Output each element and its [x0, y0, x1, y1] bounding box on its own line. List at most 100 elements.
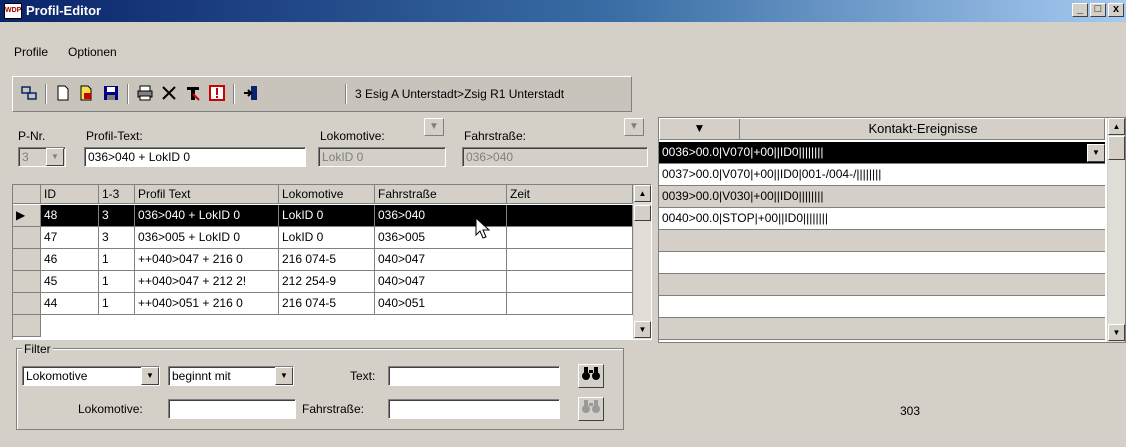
event-row[interactable]: 0040>00.0|STOP|+00||ID0||||||||: [659, 208, 1105, 230]
events-scrollbar[interactable]: ▲ ▼: [1107, 118, 1125, 342]
grid-header-id[interactable]: ID: [41, 185, 99, 204]
cell-count[interactable]: 3: [99, 205, 135, 227]
close-button[interactable]: x: [1108, 3, 1124, 17]
menu-optionen[interactable]: Optionen: [68, 45, 117, 59]
scroll-thumb[interactable]: [1108, 136, 1125, 160]
event-row-empty[interactable]: [659, 274, 1105, 296]
pnr-dropdown-icon[interactable]: ▼: [46, 148, 64, 166]
grid-scrollbar[interactable]: ▲ ▼: [633, 185, 651, 339]
cell-id[interactable]: 45: [41, 271, 99, 293]
filter-field-dropdown-icon[interactable]: ▼: [141, 367, 159, 385]
grid-header-indicator: [13, 185, 41, 204]
cell-loco[interactable]: LokID 0: [279, 227, 375, 249]
save-icon[interactable]: [101, 84, 121, 104]
window-title: Profil-Editor: [26, 3, 102, 18]
filter-loco-input[interactable]: [168, 399, 296, 419]
route-input[interactable]: 036>040: [462, 147, 648, 167]
row-indicator: [13, 315, 41, 337]
cell-profile-text[interactable]: ++040>047 + 212 2!: [135, 271, 279, 293]
text-tool-icon[interactable]: [183, 84, 203, 104]
row-indicator: [13, 271, 41, 293]
cell-id[interactable]: 46: [41, 249, 99, 271]
event-dropdown-icon[interactable]: ▼: [1087, 144, 1105, 162]
cell-id[interactable]: 47: [41, 227, 99, 249]
cell-profile-text[interactable]: ++040>051 + 216 0: [135, 293, 279, 315]
scroll-down-icon[interactable]: ▼: [634, 321, 651, 338]
binoculars-icon: [582, 400, 600, 413]
grid-header-count[interactable]: 1-3: [99, 185, 135, 204]
cell-profile-text[interactable]: 036>040 + LokID 0: [135, 205, 279, 227]
loco-input[interactable]: LokID 0: [318, 147, 446, 167]
toolbar-separator: [127, 84, 129, 104]
cell-count[interactable]: 1: [99, 249, 135, 271]
cell-route[interactable]: 040>047: [375, 271, 507, 293]
toolbar: 3 Esig A Unterstadt>Zsig R1 Unterstadt: [12, 76, 632, 112]
maximize-button[interactable]: □: [1090, 3, 1106, 17]
print-icon[interactable]: [135, 84, 155, 104]
route-field-label: Fahrstraße:: [464, 129, 527, 143]
grid-header-profile-text[interactable]: Profil Text: [135, 185, 279, 204]
cell-count[interactable]: 1: [99, 271, 135, 293]
cell-count[interactable]: 1: [99, 293, 135, 315]
scroll-up-icon[interactable]: ▲: [1108, 118, 1125, 135]
filter-field-select[interactable]: Lokomotive: [22, 366, 160, 386]
event-row[interactable]: 0037>00.0|V070|+00||ID0|001-/004-/||||||…: [659, 164, 1105, 186]
event-row[interactable]: 0036>00.0|V070|+00||ID0||||||||: [659, 142, 1105, 164]
cell-loco[interactable]: 212 254-9: [279, 271, 375, 293]
cell-loco[interactable]: 216 074-5: [279, 293, 375, 315]
loco-check-icon[interactable]: ▼: [424, 118, 444, 136]
grid-header-route[interactable]: Fahrstraße: [375, 185, 507, 204]
event-row[interactable]: 0039>00.0|V030|+00||ID0||||||||: [659, 186, 1105, 208]
lock-document-icon[interactable]: [77, 84, 97, 104]
cell-time[interactable]: [507, 249, 633, 271]
contact-events-panel: ▼ Kontakt-Ereignisse 0036>00.0|V070|+00|…: [658, 117, 1126, 343]
grid-header-time[interactable]: Zeit: [507, 185, 633, 204]
event-row-empty[interactable]: [659, 318, 1105, 340]
binoculars-search-button-disabled[interactable]: [578, 397, 604, 421]
filter-text-input[interactable]: [388, 366, 560, 386]
row-indicator: [13, 227, 41, 249]
menu-profile[interactable]: Profile: [14, 45, 48, 59]
row-indicator: [13, 249, 41, 271]
cell-loco[interactable]: 216 074-5: [279, 249, 375, 271]
route-check-icon[interactable]: ▼: [624, 118, 644, 136]
minimize-button[interactable]: _: [1072, 3, 1088, 17]
scroll-down-icon[interactable]: ▼: [1108, 324, 1125, 341]
delete-icon[interactable]: [159, 84, 179, 104]
cell-profile-text[interactable]: ++040>047 + 216 0: [135, 249, 279, 271]
scroll-thumb[interactable]: [634, 205, 651, 221]
events-sort-arrow-icon[interactable]: ▼: [660, 119, 740, 139]
cell-profile-text[interactable]: 036>005 + LokID 0: [135, 227, 279, 249]
cell-time[interactable]: [507, 227, 633, 249]
new-document-icon[interactable]: [53, 84, 73, 104]
filter-text-label: Text:: [350, 369, 376, 383]
exit-icon[interactable]: [241, 84, 261, 104]
profile-text-input[interactable]: 036>040 + LokID 0: [84, 147, 306, 167]
cell-time[interactable]: [507, 293, 633, 315]
scroll-up-icon[interactable]: ▲: [634, 185, 651, 202]
filter-route-input[interactable]: [388, 399, 560, 419]
filter-mode-dropdown-icon[interactable]: ▼: [275, 367, 293, 385]
cell-time[interactable]: [507, 271, 633, 293]
binoculars-icon: [582, 367, 600, 380]
event-row-empty[interactable]: [659, 296, 1105, 318]
cell-time[interactable]: [507, 205, 633, 227]
cell-route[interactable]: 040>047: [375, 249, 507, 271]
title-bar: WDP Profil-Editor _ □ x: [0, 0, 1126, 22]
alert-icon[interactable]: [207, 84, 227, 104]
cell-route[interactable]: 040>051: [375, 293, 507, 315]
events-title: Kontakt-Ereignisse: [868, 121, 978, 136]
cell-count[interactable]: 3: [99, 227, 135, 249]
profile-text-label: Profil-Text:: [86, 129, 143, 143]
printer-setup-icon[interactable]: [19, 84, 39, 104]
cell-id[interactable]: 48: [41, 205, 99, 227]
event-row-empty[interactable]: [659, 230, 1105, 252]
event-row-empty[interactable]: [659, 252, 1105, 274]
app-icon: WDP: [4, 3, 22, 19]
binoculars-search-button[interactable]: [578, 364, 604, 388]
cell-loco[interactable]: LokID 0: [279, 205, 375, 227]
grid-header-loco[interactable]: Lokomotive: [279, 185, 375, 204]
cell-id[interactable]: 44: [41, 293, 99, 315]
toolbar-separator: [345, 84, 347, 104]
row-indicator: [13, 293, 41, 315]
